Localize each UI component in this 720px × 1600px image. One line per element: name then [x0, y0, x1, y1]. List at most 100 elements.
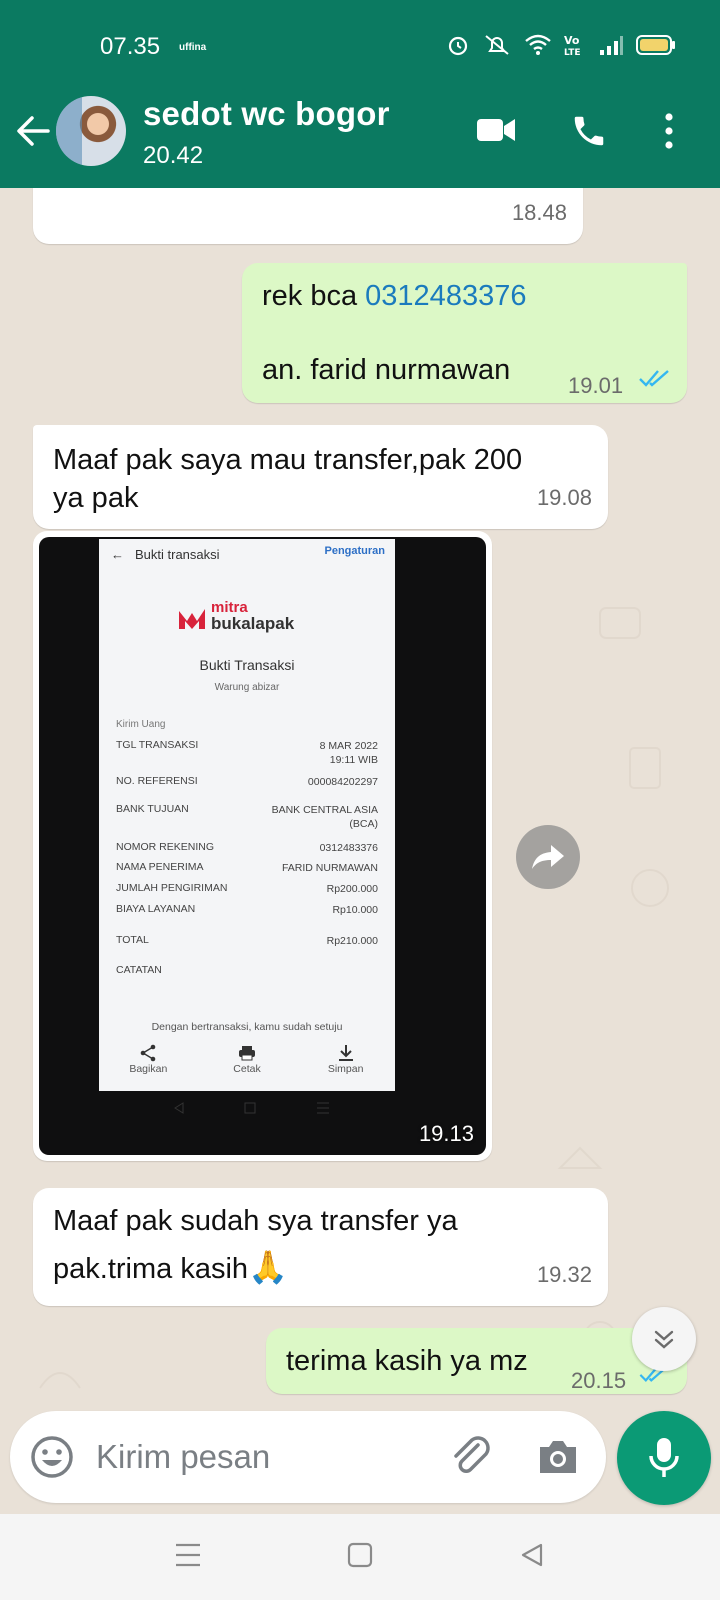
logo-mark-icon	[179, 609, 205, 629]
message-text: rek bca 0312483376	[262, 277, 526, 315]
system-navigation-bar	[0, 1514, 720, 1600]
message-text-line2: ya pak	[53, 482, 139, 514]
message-outgoing[interactable]: rek bca 0312483376 an. farid nurmawan 19…	[242, 263, 687, 403]
receipt-label: BANK TUJUAN	[116, 803, 189, 815]
receipt-share-label: Bagikan	[129, 1063, 168, 1075]
battery-icon	[636, 35, 675, 55]
phone-icon[interactable]	[570, 112, 608, 150]
receipt-actions: Bagikan Cetak Simpan	[99, 1039, 395, 1089]
message-time: 19.01	[568, 373, 624, 398]
contact-name[interactable]: sedot wc bogor	[143, 95, 390, 133]
receipt-value: Rp210.000	[326, 935, 378, 947]
receipt-label: JUMLAH PENGIRIMAN	[116, 882, 228, 894]
receipt-label: NOMOR REKENING	[116, 841, 215, 853]
avatar[interactable]	[56, 96, 126, 166]
receipt-value: 8 MAR 2022 19:11 WIB	[319, 740, 378, 766]
receipt-print: Cetak	[207, 1039, 287, 1089]
message-time: 18.48	[511, 200, 567, 225]
message-text-prefix: rek bca	[262, 280, 366, 312]
receipt-topbar: ← Bukti transaksi Pengaturan	[99, 539, 395, 569]
receipt-label: TOTAL	[116, 934, 149, 946]
double-chevron-down-icon	[654, 1330, 674, 1349]
menu-icon[interactable]	[174, 1542, 202, 1568]
share-icon	[141, 1044, 156, 1062]
receipt-back-icon: ←	[111, 547, 124, 562]
message-text-line2: an. farid nurmawan	[262, 354, 511, 386]
receipt-value: 0312483376	[319, 842, 378, 854]
message-input[interactable]	[96, 1433, 426, 1481]
video-call-icon[interactable]	[475, 112, 517, 148]
receipt-value: BANK CENTRAL ASIA (BCA)	[271, 804, 378, 830]
read-ticks-icon	[639, 370, 669, 387]
more-vert-icon[interactable]	[662, 112, 676, 150]
forward-icon	[532, 845, 564, 869]
status-icons: Vo LTE	[446, 33, 676, 57]
svg-text:LTE: LTE	[564, 48, 581, 57]
paperclip-icon[interactable]	[448, 1433, 494, 1479]
back-triangle-icon[interactable]	[519, 1542, 545, 1568]
receipt-label: NO. REFERENSI	[116, 775, 198, 787]
silent-icon	[485, 35, 509, 55]
message-time: 20.15	[571, 1368, 627, 1393]
receipt-label: TGL TRANSAKSI	[116, 739, 199, 751]
receipt-share: Bagikan	[108, 1039, 188, 1089]
message-text-line2: pak.trima kasih	[53, 1253, 249, 1285]
receipt-photo[interactable]: ← Bukti transaksi Pengaturan mitra bukal…	[39, 537, 486, 1155]
message-text-line2-wrap: pak.trima kasih🙏	[53, 1248, 288, 1288]
receipt-value: 000084202297	[307, 776, 378, 788]
receipt-value: FARID NURMAWAN	[281, 862, 378, 874]
receipt-screen: ← Bukti transaksi Pengaturan mitra bukal…	[99, 539, 395, 1091]
receipt-label: NAMA PENERIMA	[116, 861, 204, 873]
mitra-bukalapak-logo: mitra bukalapak	[177, 597, 317, 637]
status-bar: 07.35 uffina Vo LTE	[0, 0, 720, 90]
message-image[interactable]: ← Bukti transaksi Pengaturan mitra bukal…	[33, 531, 492, 1161]
status-carrier: uffina	[179, 42, 207, 53]
chat-header[interactable]: sedot wc bogor 20.42	[0, 92, 720, 178]
message-text-line1: Maaf pak saya mau transfer,pak 200	[53, 444, 523, 476]
receipt-note: Dengan bertransaksi, kamu sudah setuju	[151, 1021, 343, 1033]
emoji-icon[interactable]	[30, 1435, 74, 1479]
account-number-link[interactable]: 0312483376	[365, 280, 526, 312]
receipt-heading: Bukti Transaksi	[199, 657, 295, 673]
camera-icon[interactable]	[536, 1435, 580, 1477]
message-text-line1: Maaf pak sudah sya transfer ya	[53, 1205, 458, 1237]
volte-icon: VoLTE	[564, 34, 581, 57]
download-icon	[338, 1045, 353, 1061]
receipt-save-label: Simpan	[327, 1063, 364, 1075]
home-square-icon[interactable]	[347, 1542, 373, 1568]
receipt-save: Simpan	[306, 1039, 386, 1089]
receipt-merchant: Warung abizar	[214, 682, 280, 693]
receipt-label: CATATAN	[116, 964, 162, 976]
scroll-to-bottom-button[interactable]	[632, 1307, 696, 1371]
message-time: 19.08	[536, 485, 592, 510]
alarm-icon	[448, 36, 468, 56]
svg-text:Vo: Vo	[564, 34, 580, 47]
message-time: 19.32	[536, 1262, 592, 1287]
message-outgoing[interactable]: terima kasih ya mz 20.15	[266, 1328, 687, 1394]
receipt-section: Kirim Uang	[116, 719, 166, 730]
last-seen: 20.42	[143, 142, 204, 169]
status-time: 07.35	[100, 33, 161, 60]
mic-button[interactable]	[617, 1411, 711, 1505]
receipt-settings: Pengaturan	[324, 545, 385, 557]
receipt-value: Rp200.000	[326, 883, 378, 895]
image-time: 19.13	[418, 1121, 474, 1146]
signal-icon	[600, 36, 623, 55]
message-incoming[interactable]: Maaf pak sudah sya transfer ya pak.trima…	[33, 1188, 608, 1306]
wifi-icon	[525, 34, 551, 55]
forward-button[interactable]	[516, 825, 580, 889]
print-icon	[238, 1046, 255, 1061]
message-composer	[10, 1411, 606, 1503]
phone-nav-keys-icon	[174, 1102, 329, 1114]
receipt-title: Bukti transaksi	[135, 547, 220, 562]
mic-icon	[649, 1438, 679, 1477]
receipt-print-label: Cetak	[233, 1063, 261, 1075]
message-incoming[interactable]: Maaf pak saya mau transfer,pak 200 ya pa…	[33, 425, 608, 529]
praying-hands-emoji: 🙏	[248, 1249, 288, 1285]
back-arrow-icon[interactable]	[14, 112, 52, 150]
logo-text-bukalapak: bukalapak	[211, 614, 295, 633]
message-text: terima kasih ya mz	[286, 1345, 528, 1377]
receipt-value: Rp10.000	[332, 904, 378, 916]
receipt-label: BIAYA LAYANAN	[116, 903, 196, 915]
top-bar: 07.35 uffina Vo LTE sedot wc bogor 20.42	[0, 0, 720, 188]
